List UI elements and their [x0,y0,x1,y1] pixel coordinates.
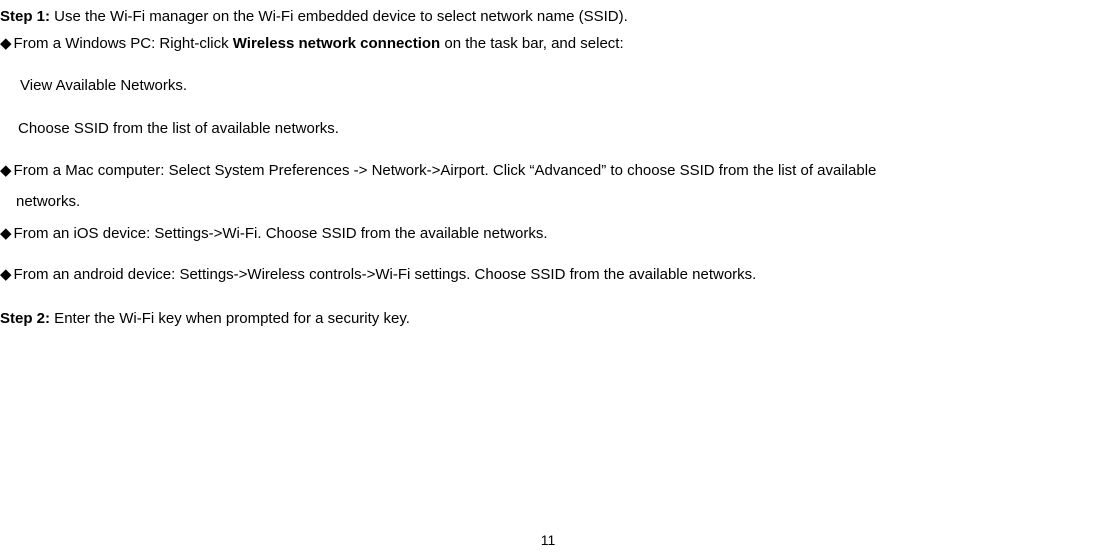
step2-text: Enter the Wi-Fi key when prompted for a … [50,310,410,327]
mac-line1: From a Mac computer: Select System Prefe… [14,160,1096,183]
ios-bullet: ◆ From an iOS device: Settings->Wi-Fi. C… [0,223,1096,246]
windows-prefix: From a Windows PC: Right-click [14,35,233,52]
step1-line: Step 1: Use the Wi-Fi manager on the Wi-… [0,6,1096,29]
step2-line: Step 2: Enter the Wi-Fi key when prompte… [0,308,1096,331]
windows-bullet: ◆ From a Windows PC: Right-click Wireles… [0,33,1096,56]
windows-sub1: View Available Networks. [20,75,1096,98]
windows-bold: Wireless network connection [233,35,440,52]
ios-text: From an iOS device: Settings->Wi-Fi. Cho… [14,223,1096,246]
diamond-icon: ◆ [0,264,12,287]
diamond-icon: ◆ [0,160,12,183]
windows-text: From a Windows PC: Right-click Wireless … [14,33,1096,56]
diamond-icon: ◆ [0,33,12,56]
step1-text: Use the Wi-Fi manager on the Wi-Fi embed… [50,8,628,25]
windows-sub2: Choose SSID from the list of available n… [18,118,1096,141]
page-number: 11 [0,530,1096,551]
android-bullet: ◆ From an android device: Settings->Wire… [0,264,1096,287]
document-body: Step 1: Use the Wi-Fi manager on the Wi-… [0,0,1096,331]
step1-label: Step 1: [0,8,50,25]
step2-label: Step 2: [0,310,50,327]
diamond-icon: ◆ [0,223,12,246]
mac-line2: networks. [16,191,1096,214]
windows-suffix: on the task bar, and select: [440,35,623,52]
mac-bullet: ◆ From a Mac computer: Select System Pre… [0,160,1096,183]
android-text: From an android device: Settings->Wirele… [14,264,1096,287]
